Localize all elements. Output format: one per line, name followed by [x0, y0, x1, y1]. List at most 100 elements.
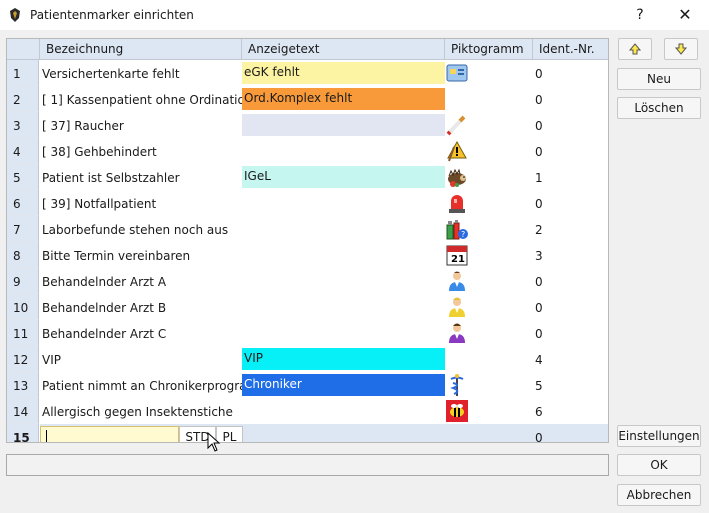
ident-cell[interactable]: 0	[533, 112, 608, 138]
piktogramm-cell[interactable]	[445, 320, 533, 346]
piktogramm-cell[interactable]	[445, 190, 533, 216]
row-number[interactable]: 7	[7, 216, 39, 242]
ident-cell[interactable]: 2	[533, 216, 608, 242]
bezeichnung-cell[interactable]: Patient ist Selbstzahler	[40, 164, 242, 190]
bezeichnung-cell[interactable]: Bitte Termin vereinbaren	[40, 242, 242, 268]
table-row[interactable]: 14 Allergisch gegen Insektenstiche 6	[7, 398, 608, 424]
column-header-anzeigetext[interactable]: Anzeigetext	[242, 39, 445, 60]
anzeigetext-cell[interactable]: Chroniker	[242, 374, 445, 396]
bezeichnung-input[interactable]	[40, 426, 179, 442]
column-header-ident[interactable]: Ident.-Nr.	[533, 39, 608, 60]
table-row[interactable]: 2[ 1] Kassenpatient ohne Ordinationsziff…	[7, 86, 608, 112]
ident-cell[interactable]: 1	[533, 164, 608, 190]
table-row[interactable]: 9 Behandelnder Arzt A 0	[7, 268, 608, 294]
piktogramm-cell[interactable]	[445, 268, 533, 294]
piktogramm-cell[interactable]: ?	[445, 216, 533, 242]
piktogramm-cell[interactable]	[445, 398, 533, 424]
piktogramm-cell[interactable]	[445, 60, 533, 86]
ident-cell[interactable]: 5	[533, 372, 608, 398]
ident-cell[interactable]: 0	[533, 138, 608, 164]
row-number[interactable]: 5	[7, 164, 39, 190]
row-number[interactable]: 11	[7, 320, 39, 346]
anzeigetext-cell[interactable]	[242, 216, 445, 242]
row-number[interactable]: 12	[7, 346, 39, 372]
piktogramm-cell[interactable]	[445, 372, 533, 398]
ident-cell[interactable]: 0	[533, 86, 608, 112]
row-number[interactable]: 4	[7, 138, 39, 164]
ident-cell[interactable]: 4	[533, 346, 608, 372]
bezeichnung-cell[interactable]: VIP	[40, 346, 242, 372]
neu-button[interactable]: Neu	[617, 68, 701, 90]
bezeichnung-cell[interactable]: Behandelnder Arzt B	[40, 294, 242, 320]
close-button[interactable]: ✕	[674, 5, 696, 25]
bezeichnung-cell[interactable]: Laborbefunde stehen noch aus	[40, 216, 242, 242]
table-row[interactable]: 10 Behandelnder Arzt B 0	[7, 294, 608, 320]
anzeigetext-cell[interactable]	[242, 398, 445, 424]
row-number[interactable]: 6	[7, 190, 39, 216]
abbrechen-button[interactable]: Abbrechen	[617, 484, 701, 506]
row-number[interactable]: 1	[7, 60, 39, 86]
table-row[interactable]: 4[ 38] Gehbehindert 0	[7, 138, 608, 164]
anzeigetext-cell[interactable]: IGeL	[242, 166, 445, 188]
table-row[interactable]: 11 Behandelnder Arzt C 0	[7, 320, 608, 346]
table-row[interactable]: 3[ 37] Raucher 0	[7, 112, 608, 138]
bezeichnung-cell[interactable]: [ 38] Gehbehindert	[40, 138, 242, 164]
column-header-bezeichnung[interactable]: Bezeichnung	[40, 39, 242, 60]
piktogramm-cell[interactable]: 21	[445, 242, 533, 268]
table-row[interactable]: 6[ 39] Notfallpatient 0	[7, 190, 608, 216]
einstellungen-button[interactable]: Einstellungen	[617, 425, 701, 447]
row-number[interactable]: 3	[7, 112, 39, 138]
row-number[interactable]: 2	[7, 86, 39, 112]
ident-cell[interactable]: 0	[533, 190, 608, 216]
bezeichnung-cell[interactable]: Allergisch gegen Insektenstiche	[40, 398, 242, 424]
anzeigetext-cell[interactable]	[242, 320, 445, 346]
piktogramm-cell[interactable]	[445, 346, 533, 372]
new-row[interactable]: 15 0 STD PL	[7, 424, 608, 442]
ident-cell[interactable]: 3	[533, 242, 608, 268]
ident-cell[interactable]: 0	[533, 320, 608, 346]
move-up-button[interactable]	[618, 38, 652, 60]
bezeichnung-cell[interactable]: Patient nimmt an Chronikerprogramm teil	[40, 372, 242, 398]
bezeichnung-cell[interactable]: Behandelnder Arzt A	[40, 268, 242, 294]
anzeigetext-cell[interactable]: eGK fehlt	[242, 62, 445, 84]
ident-cell[interactable]: 6	[533, 398, 608, 424]
bezeichnung-cell[interactable]: [ 1] Kassenpatient ohne Ordinationsziffe…	[40, 86, 242, 112]
ident-cell[interactable]: 0	[533, 60, 608, 86]
anzeigetext-cell[interactable]: Ord.Komplex fehlt	[242, 88, 445, 110]
row-number[interactable]: 10	[7, 294, 39, 320]
ok-button[interactable]: OK	[617, 454, 701, 476]
row-number[interactable]: 14	[7, 398, 39, 424]
anzeigetext-cell[interactable]	[242, 294, 445, 320]
bezeichnung-cell[interactable]: [ 39] Notfallpatient	[40, 190, 242, 216]
ident-cell[interactable]: 0	[533, 268, 608, 294]
piktogramm-cell[interactable]	[445, 294, 533, 320]
move-down-button[interactable]	[664, 38, 698, 60]
bezeichnung-cell[interactable]: Behandelnder Arzt C	[40, 320, 242, 346]
piktogramm-cell[interactable]	[445, 112, 533, 138]
piktogramm-cell[interactable]	[445, 86, 533, 112]
table-row[interactable]: 5 Patient ist Selbstzahler IGeL 1	[7, 164, 608, 190]
anzeigetext-cell[interactable]: VIP	[242, 348, 445, 370]
anzeigetext-cell[interactable]	[242, 190, 445, 216]
loeschen-button[interactable]: Löschen	[617, 97, 701, 119]
piktogramm-cell[interactable]	[445, 138, 533, 164]
column-header-piktogramm[interactable]: Piktogramm	[445, 39, 533, 60]
table-row[interactable]: 12 VIP VIP 4	[7, 346, 608, 372]
row-number[interactable]: 8	[7, 242, 39, 268]
bezeichnung-cell[interactable]: [ 37] Raucher	[40, 112, 242, 138]
anzeigetext-cell[interactable]	[242, 268, 445, 294]
anzeigetext-cell[interactable]	[242, 138, 445, 164]
row-number[interactable]: 13	[7, 372, 39, 398]
table-row[interactable]: 8 Bitte Termin vereinbaren 21 3	[7, 242, 608, 268]
shield-icon	[10, 8, 20, 22]
row-number[interactable]: 9	[7, 268, 39, 294]
table-row[interactable]: 13Patient nimmt an Chronikerprogramm tei…	[7, 372, 608, 398]
bezeichnung-cell[interactable]: Versichertenkarte fehlt	[40, 60, 242, 86]
table-row[interactable]: 1 Versichertenkarte fehlt eGK fehlt 0	[7, 60, 608, 86]
anzeigetext-cell[interactable]	[242, 242, 445, 268]
ident-cell[interactable]: 0	[533, 294, 608, 320]
help-button[interactable]: ?	[630, 5, 650, 25]
piktogramm-cell[interactable]	[445, 164, 533, 190]
anzeigetext-cell[interactable]	[242, 114, 445, 136]
table-row[interactable]: 7 Laborbefunde stehen noch aus? 2	[7, 216, 608, 242]
